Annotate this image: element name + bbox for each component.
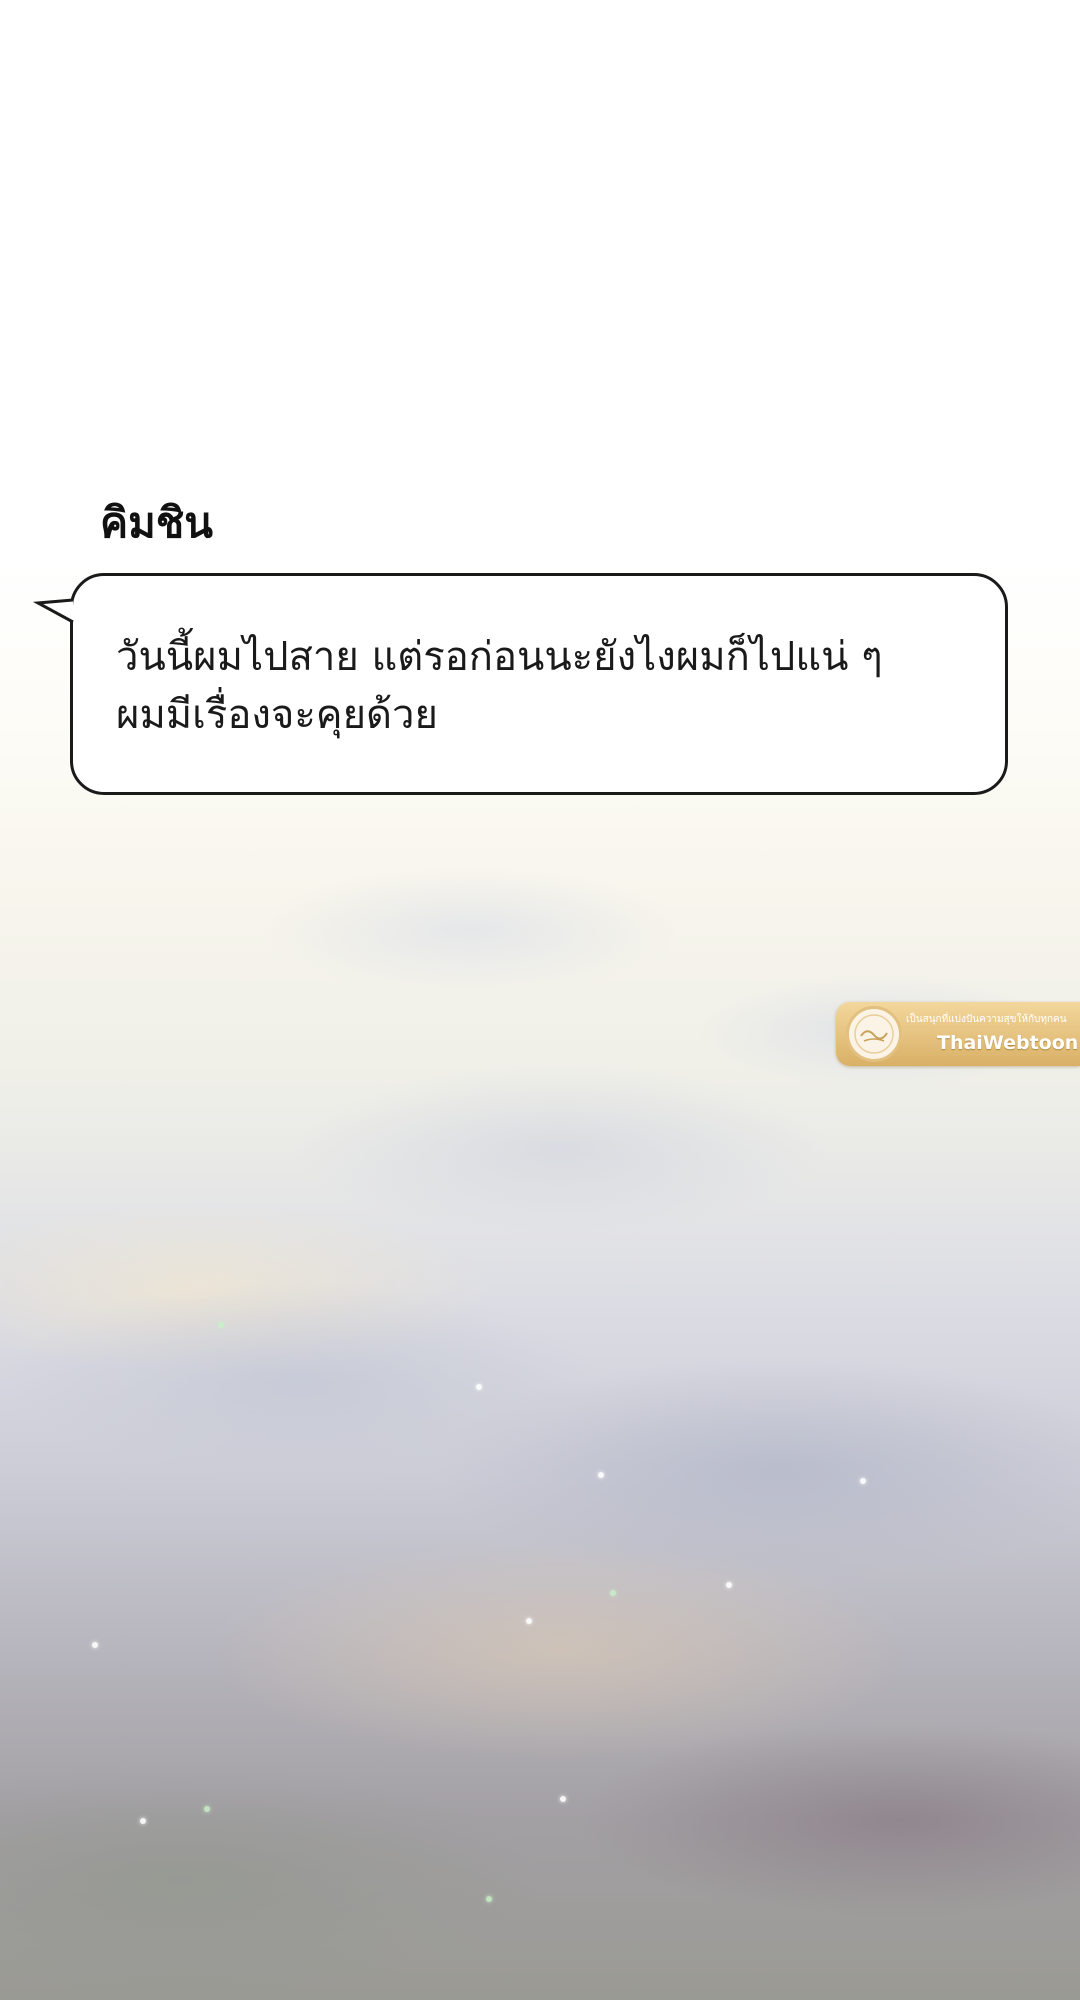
sparkle — [486, 1896, 492, 1902]
sky-background — [0, 0, 1080, 2000]
speech-text: วันนี้ผมไปสาย แต่รอก่อนนะยังไงผมก็ไปแน่ … — [116, 628, 976, 744]
sparkle — [610, 1590, 616, 1596]
sparkle — [140, 1818, 146, 1824]
sparkle — [476, 1384, 482, 1390]
sparkle — [218, 1322, 224, 1328]
sparkle — [560, 1796, 566, 1802]
sparkle — [526, 1618, 532, 1624]
sparkle — [204, 1806, 210, 1812]
speech-line: วันนี้ผมไปสาย แต่รอก่อนนะยังไงผมก็ไปแน่ … — [116, 634, 883, 680]
speech-bubble-tail — [32, 598, 74, 624]
speaker-name: คิมชิน — [100, 498, 213, 547]
sparkle — [860, 1478, 866, 1484]
speech-line: ผมมีเรื่องจะคุยด้วย — [116, 692, 438, 738]
sparkle — [598, 1472, 604, 1478]
watermark-badge: เป็นสนุกที่แบ่งปันความสุขให้กับทุกคน Tha… — [836, 1002, 1080, 1066]
watermark-brand: ThaiWebtoon — [937, 1032, 1079, 1054]
sparkle — [92, 1642, 98, 1648]
sparkle — [726, 1582, 732, 1588]
watermark-logo-icon — [846, 1006, 902, 1062]
watermark-tagline: เป็นสนุกที่แบ่งปันความสุขให้กับทุกคน — [906, 1014, 1067, 1025]
